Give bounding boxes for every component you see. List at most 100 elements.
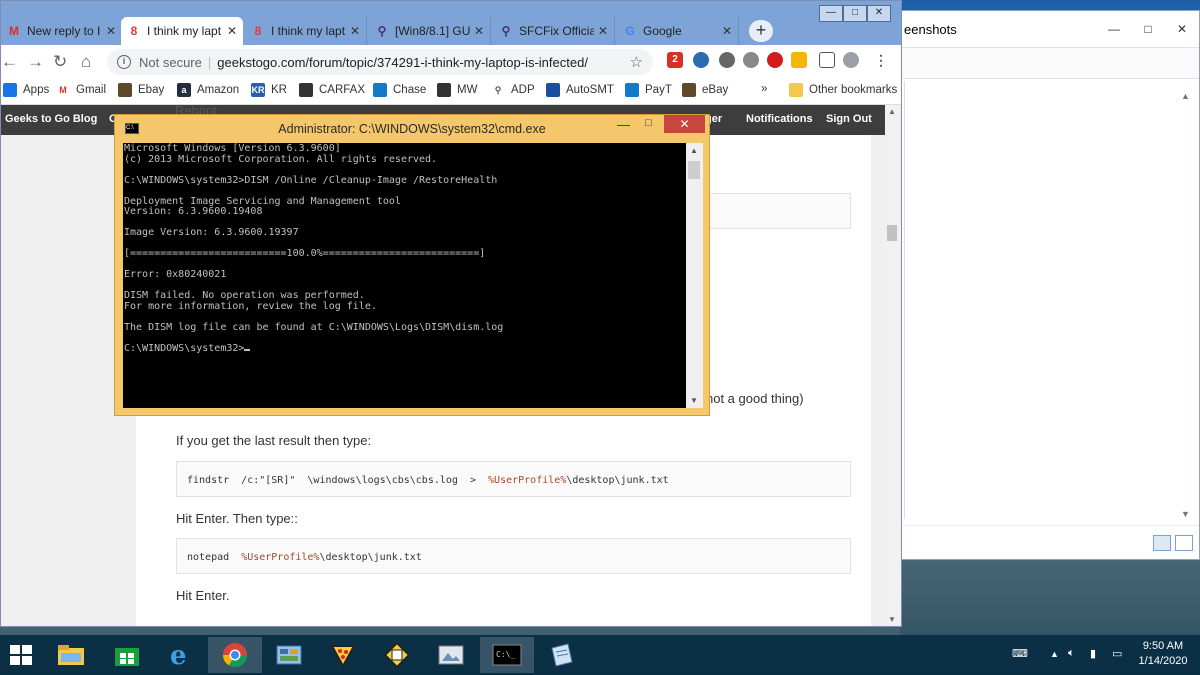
action-center-icon[interactable]: ▭ [1112,647,1122,660]
cmd-minimize-button[interactable]: — [617,117,630,132]
new-tab-button[interactable]: + [749,20,773,42]
close-tab-icon[interactable]: ✕ [474,24,484,38]
details-view-icon[interactable] [1153,535,1171,551]
code-box-notepad[interactable]: notepad %UserProfile%\desktop\junk.txt [176,538,851,574]
bookmark-apps[interactable]: Apps [3,83,49,97]
scroll-up-icon[interactable]: ▲ [888,107,896,116]
system-clock[interactable]: 9:50 AM 1/14/2020 [1132,639,1194,669]
chrome-close-button[interactable]: ✕ [867,5,891,22]
forward-icon[interactable]: → [27,52,44,72]
taskbar-chrome[interactable] [208,637,262,673]
tab-geekstogo-active[interactable]: 8 I think my lapt ✕ [121,17,243,45]
scroll-down-icon[interactable]: ▼ [888,615,896,624]
cmd-terminal-output[interactable]: Microsoft Windows [Version 6.3.9600] (c) … [123,143,686,408]
chrome-menu-icon[interactable]: ⋮ [873,52,889,68]
extension-icon[interactable] [693,52,709,68]
home-icon[interactable]: ⌂ [81,52,91,72]
cmd-titlebar[interactable]: C:\ Administrator: C:\WINDOWS\system32\c… [115,115,709,143]
amazon-icon: a [177,83,191,97]
clock-time: 9:50 AM [1142,640,1184,652]
start-button[interactable] [10,645,32,665]
cmd-scrollbar[interactable]: ▲ ▼ [686,143,703,408]
cast-icon[interactable] [819,52,835,68]
extension-icon[interactable] [767,52,783,68]
tab-google[interactable]: G Google ✕ [617,17,739,45]
bookmark-ebay[interactable]: Ebay [118,83,164,97]
chrome-maximize-button[interactable]: □ [843,5,867,22]
info-icon[interactable]: i [117,55,131,69]
volume-icon[interactable]: 🔈︎ [1068,647,1075,660]
network-icon[interactable]: ▮ [1090,647,1096,660]
url-text[interactable]: geekstogo.com/forum/topic/374291-i-think… [217,55,588,70]
explorer-window[interactable]: eenshots — □ ✕ ▲ ▼ [895,10,1200,560]
large-icons-view-icon[interactable] [1175,535,1193,551]
close-tab-icon[interactable]: ✕ [350,24,360,38]
taskbar-file-explorer[interactable] [44,637,98,673]
explorer-scrollbar[interactable]: ▲ ▼ [1181,91,1195,519]
extension-icon[interactable] [719,52,735,68]
close-tab-icon[interactable]: ✕ [722,24,732,38]
close-tab-icon[interactable]: ✕ [106,24,116,38]
scroll-down-icon[interactable]: ▼ [1181,509,1190,519]
bookmark-autosmt[interactable]: AutoSMT [546,83,614,97]
bookmark-kr[interactable]: KR KR [251,83,287,97]
bookmark-gmail[interactable]: M Gmail [56,83,106,97]
extension-icon[interactable] [743,52,759,68]
taskbar-cmd[interactable]: C:\_ [480,637,534,673]
page-scrollbar[interactable]: ▲ ▼ [885,105,901,626]
nav-blog-link[interactable]: Geeks to Go Blog [5,113,97,125]
explorer-maximize-button[interactable]: □ [1131,18,1165,40]
other-bookmarks[interactable]: Other bookmarks [789,83,897,97]
back-icon[interactable]: ← [1,52,18,72]
bookmark-carfax[interactable]: CARFAX [299,83,365,97]
taskbar-photo-viewer[interactable] [424,637,478,673]
bookmark-mw[interactable]: MW [437,83,477,97]
nav-signout-link[interactable]: Sign Out [826,113,872,125]
address-bar[interactable]: i Not secure | geekstogo.com/forum/topic… [107,49,653,75]
explorer-close-button[interactable]: ✕ [1165,18,1199,40]
scroll-up-icon[interactable]: ▲ [690,146,698,155]
bookmark-payt[interactable]: PayT [625,83,672,97]
nav-notifications-link[interactable]: Notifications [746,113,813,125]
tab-sfcfix-official[interactable]: ⚲ SFCFix Official ✕ [493,17,615,45]
scroll-down-icon[interactable]: ▼ [690,396,698,405]
taskbar-pizza-app[interactable] [316,637,370,673]
taskbar-notepad[interactable] [534,637,588,673]
page-scroll-thumb[interactable] [887,225,897,241]
close-tab-icon[interactable]: ✕ [227,24,237,38]
explorer-content-pane[interactable] [904,81,1193,519]
reload-icon[interactable]: ↻ [53,52,67,72]
explorer-titlebar[interactable]: eenshots — □ ✕ [896,11,1199,47]
taskbar-control-panel[interactable] [262,637,316,673]
close-tab-icon[interactable]: ✕ [598,24,608,38]
extension-badge-icon[interactable]: 2 [667,52,683,68]
cmd-close-button[interactable]: ✕ [664,115,705,133]
profile-avatar[interactable] [843,52,859,68]
cmd-window[interactable]: C:\ Administrator: C:\WINDOWS\system32\c… [114,114,710,416]
taskbar-store[interactable] [100,637,154,673]
tab-geekstogo[interactable]: 8 I think my lapt ✕ [245,17,367,45]
bookmark-ebay-2[interactable]: eBay [682,83,728,97]
bookmark-label: Chase [393,84,427,96]
code-box-findstr[interactable]: findstr /c:"[SR]" \windows\logs\cbs\cbs.… [176,461,851,497]
keyboard-icon[interactable]: ⌨ [1012,647,1028,660]
chrome-minimize-button[interactable]: — [819,5,843,22]
scroll-up-icon[interactable]: ▲ [1181,91,1190,101]
photo-viewer-icon [438,645,464,665]
bookmark-amazon[interactable]: a Amazon [177,83,239,97]
taskbar-internet-explorer[interactable]: e [154,637,208,673]
bookmark-adp[interactable]: ⚲ ADP [491,83,535,97]
calculator-app-icon [384,642,410,668]
show-hidden-icons-icon[interactable]: ▲ [1050,649,1059,659]
tab-sfcfix-gui[interactable]: ⚲ [Win8/8.1] GUI ✕ [369,17,491,45]
bookmarks-overflow-button[interactable]: » [761,83,767,95]
bookmark-chase[interactable]: Chase [373,83,426,97]
tab-gmail[interactable]: M New reply to I ✕ [1,17,123,45]
cmd-scroll-thumb[interactable] [688,161,700,179]
extension-icon[interactable] [791,52,807,68]
taskbar-calculator-app[interactable] [370,637,424,673]
cmd-maximize-button[interactable]: □ [645,117,652,129]
explorer-minimize-button[interactable]: — [1097,18,1131,40]
bookmark-star-icon[interactable]: ☆ [630,53,643,71]
